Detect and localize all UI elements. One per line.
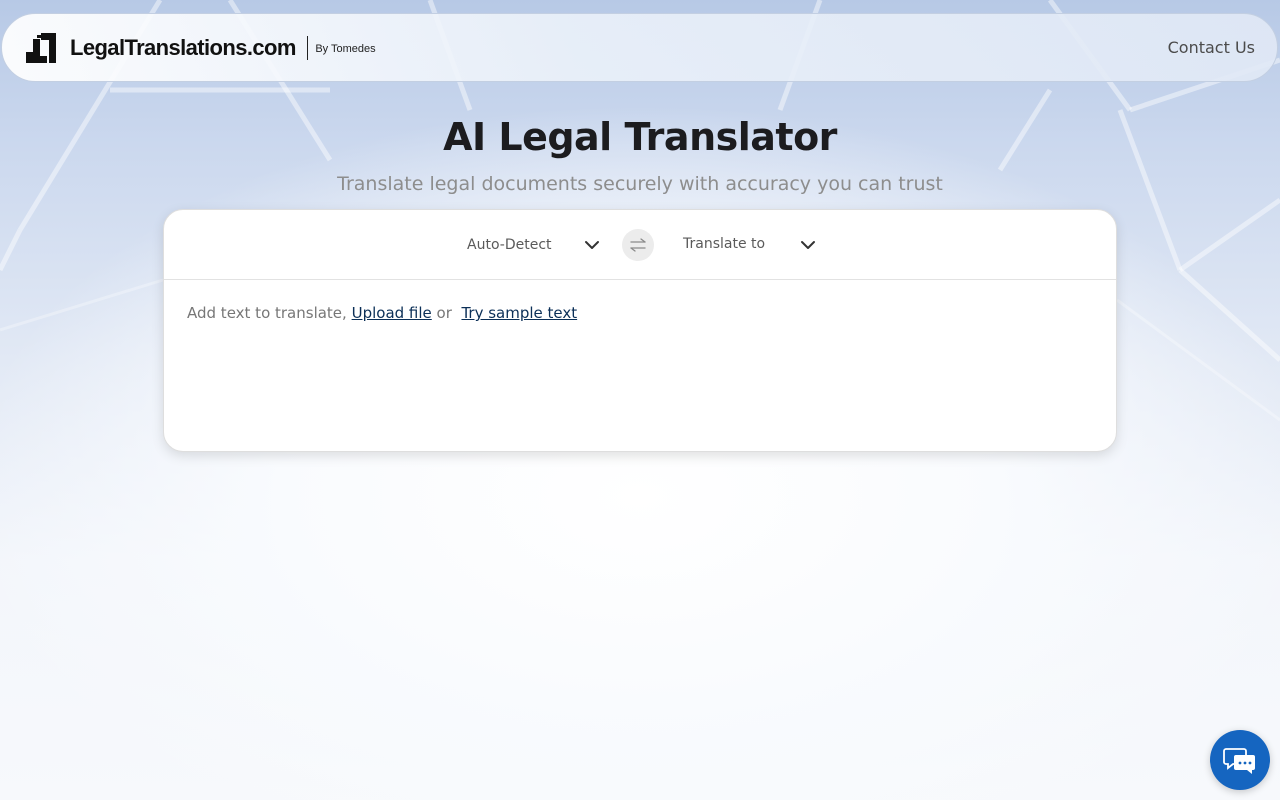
swap-languages-button[interactable] (622, 229, 654, 261)
logo-byline: By Tomedes (315, 43, 376, 55)
live-chat-button[interactable] (1210, 730, 1270, 790)
input-prompt-text: Add text to translate, (187, 304, 347, 322)
chat-bubble-icon (1223, 748, 1255, 774)
logo-divider (306, 36, 309, 60)
chevron-down-icon (801, 241, 815, 249)
target-language-label: Translate to (683, 236, 766, 252)
translator-card: Auto-Detect Translate to Add text to tra… (163, 209, 1117, 452)
site-header: LegalTranslations.com By Tomedes Contact… (1, 13, 1278, 82)
page-title: AI Legal Translator (443, 115, 837, 159)
or-text: or (436, 304, 452, 322)
logo-text: LegalTranslations.com (70, 35, 296, 60)
legaltranslations-logo-icon (26, 33, 56, 63)
site-logo[interactable]: LegalTranslations.com By Tomedes (26, 33, 376, 63)
upload-file-link[interactable]: Upload file (352, 304, 432, 322)
page-subtitle: Translate legal documents securely with … (337, 173, 943, 195)
source-text-input[interactable]: Add text to translate, Upload file or Tr… (187, 304, 1087, 322)
target-language-select[interactable]: Translate to (682, 230, 818, 260)
swap-arrows-icon (630, 238, 646, 252)
source-language-select[interactable]: Auto-Detect (466, 230, 602, 260)
language-bar: Auto-Detect Translate to (164, 210, 1116, 280)
chevron-down-icon (585, 241, 599, 249)
contact-us-link[interactable]: Contact Us (1168, 38, 1255, 57)
source-language-label: Auto-Detect (467, 237, 552, 253)
try-sample-text-link[interactable]: Try sample text (461, 304, 577, 322)
